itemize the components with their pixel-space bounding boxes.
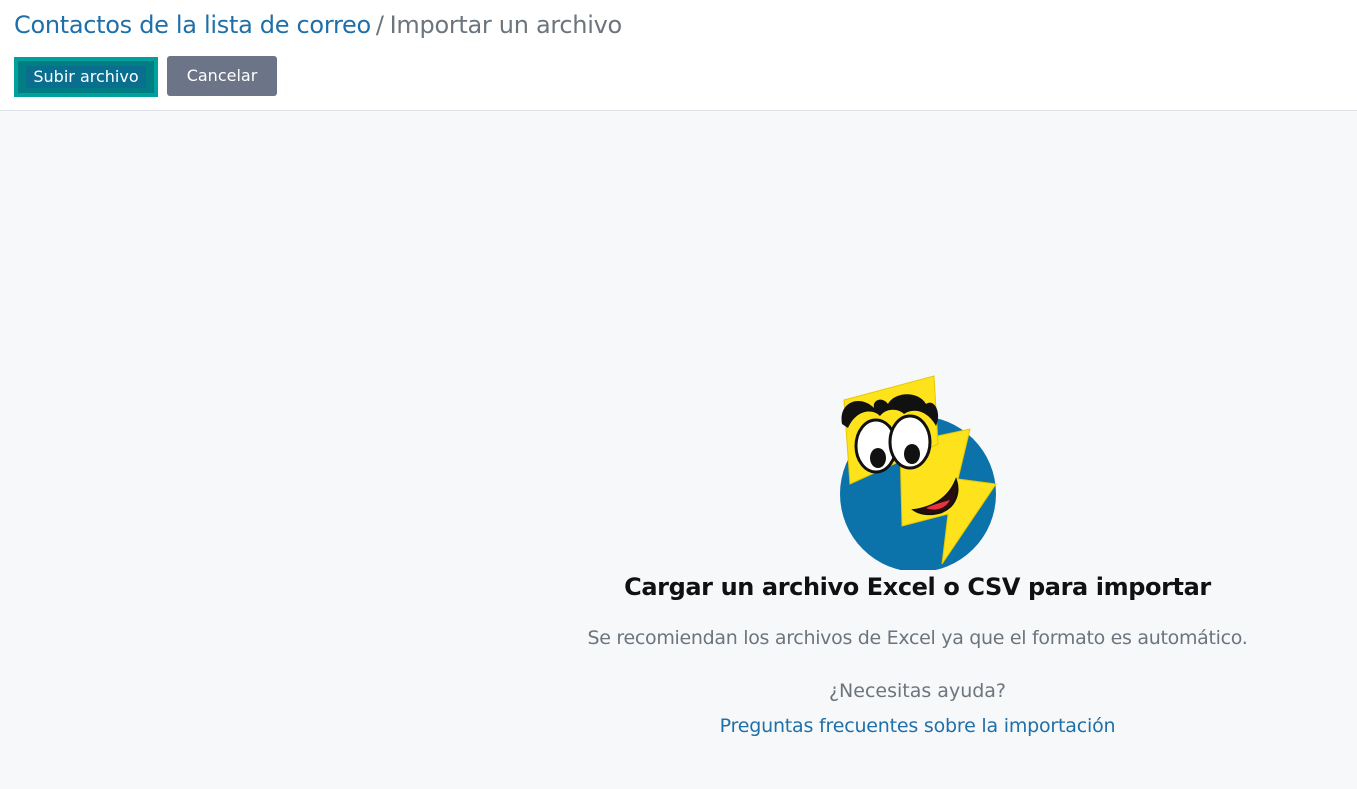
breadcrumb-separator: / [375, 11, 384, 39]
upload-file-button[interactable]: Subir archivo [14, 57, 158, 97]
breadcrumb: Contactos de la lista de correo / Importar… [14, 9, 622, 41]
cancel-button[interactable]: Cancelar [167, 56, 277, 96]
empty-state-description: Se recomiendan los archivos de Excel ya … [587, 627, 1248, 649]
control-panel: Contactos de la lista de correo / Importar… [0, 0, 1357, 111]
empty-state-title: Cargar un archivo Excel o CSV para impor… [624, 573, 1211, 601]
breadcrumb-item-current: Importar un archivo [389, 11, 623, 39]
breadcrumb-item-mailing-contacts[interactable]: Contactos de la lista de correo [14, 11, 371, 39]
upload-file-button-label: Subir archivo [26, 65, 146, 88]
help-question: ¿Necesitas ayuda? [828, 680, 1007, 702]
import-faq-link[interactable]: Preguntas frecuentes sobre la importació… [620, 712, 1215, 740]
smiling-lightning-mascot-icon [840, 375, 997, 570]
